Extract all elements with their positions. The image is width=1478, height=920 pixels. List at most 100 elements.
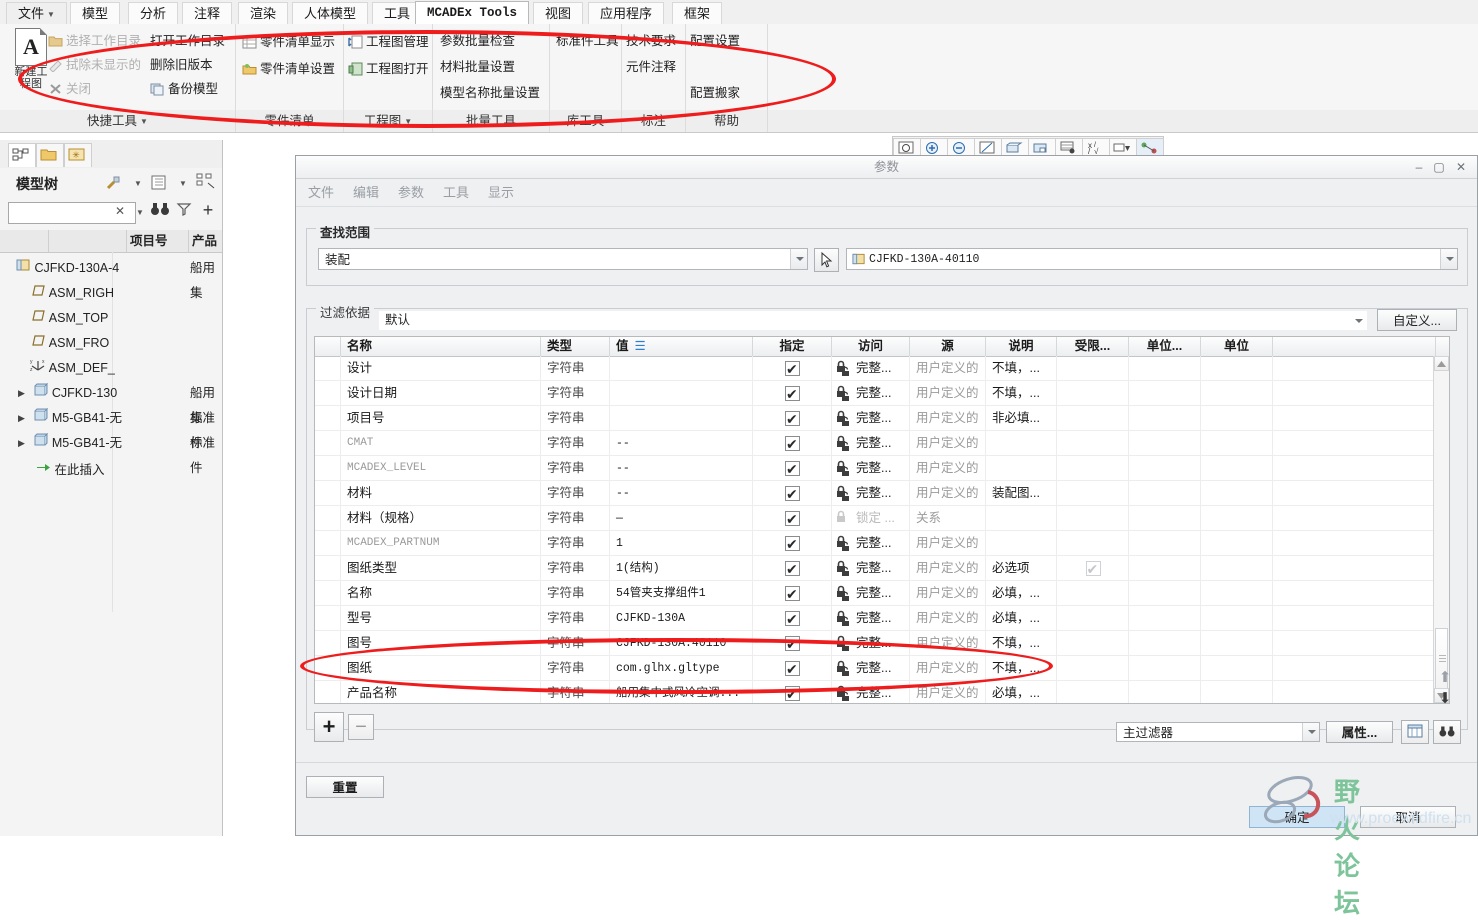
main-filter-combo[interactable]: 主过滤器 (1116, 722, 1320, 742)
cell-desc[interactable]: 装配图... (986, 481, 1057, 506)
remove-parameter-button[interactable]: − (348, 714, 374, 740)
cell-assign-checkbox[interactable] (753, 631, 832, 656)
th-assign[interactable]: 指定 (753, 337, 832, 356)
tree-node-insert-here[interactable]: 在此插入 (36, 458, 105, 483)
dialog-titlebar[interactable]: 参数 – ▢ ✕ (296, 156, 1477, 179)
chevron-down-icon[interactable] (790, 249, 807, 269)
component-annotation-item[interactable]: 元件注释 (626, 56, 676, 78)
cell-restricted-checkbox[interactable] (1057, 506, 1129, 531)
cell-unitdots[interactable] (1129, 356, 1201, 381)
select-working-dir-item[interactable]: 选择工作目录 (48, 30, 141, 52)
menu-file[interactable]: 文件 (308, 183, 334, 202)
delete-old-versions-item[interactable]: 删除旧版本 (150, 54, 213, 76)
cell-name[interactable]: 材料（规格） (341, 506, 541, 531)
table-row[interactable]: 设计日期字符串 完整... 用户定义的不填，... (315, 381, 1449, 406)
assign-checkbox[interactable] (785, 657, 800, 681)
ribbon-tab-manikin[interactable]: 人体模型 (292, 2, 369, 24)
tree-node-asm-top[interactable]: ASM_TOP (32, 306, 108, 331)
assign-checkbox[interactable] (785, 357, 800, 381)
columns-button[interactable] (1401, 720, 1429, 744)
cell-desc[interactable] (986, 431, 1057, 456)
cell-unit[interactable] (1201, 406, 1273, 431)
minimize-button[interactable]: – (1411, 159, 1427, 175)
cell-access[interactable]: 完整... (832, 356, 910, 381)
cell-desc[interactable]: 不填，... (986, 631, 1057, 656)
assign-checkbox[interactable] (785, 582, 800, 606)
cell-source[interactable]: 用户定义的 (910, 581, 986, 606)
cell-source[interactable]: 用户定义的 (910, 556, 986, 581)
chevron-right-icon[interactable]: ▶ (18, 431, 25, 456)
cell-unitdots[interactable] (1129, 456, 1201, 481)
cell-type[interactable]: 字符串 (541, 556, 610, 581)
cell-unit[interactable] (1201, 631, 1273, 656)
cell-access[interactable]: 完整... (832, 581, 910, 606)
chevron-down-icon[interactable] (1350, 311, 1367, 330)
cell-restricted-checkbox[interactable] (1057, 606, 1129, 631)
cell-unitdots[interactable] (1129, 406, 1201, 431)
ribbon-tab-file[interactable]: 文件 ▼ (6, 2, 67, 24)
cell-restricted-checkbox[interactable] (1057, 581, 1129, 606)
th-value[interactable]: 值 ☰ (610, 337, 753, 356)
cell-assign-checkbox[interactable] (753, 656, 832, 681)
cell-value[interactable]: com.glhx.gltype (610, 656, 753, 681)
tree-node-part-cjfkd[interactable]: ▶ CJFKD-130 (18, 381, 117, 406)
table-row[interactable]: 材料字符串-- 完整... 用户定义的装配图... (315, 481, 1449, 506)
cell-type[interactable]: 字符串 (541, 681, 610, 703)
cell-source[interactable]: 用户定义的 (910, 606, 986, 631)
open-working-dir-item[interactable]: 打开工作目录 (150, 30, 225, 52)
cell-access[interactable]: 完整... (832, 556, 910, 581)
cell-value[interactable]: 1 (610, 531, 753, 556)
tech-requirements-item[interactable]: 技术要求 (626, 30, 676, 52)
chevron-right-icon[interactable]: ▶ (18, 406, 25, 431)
tree-settings-icon[interactable] (105, 174, 123, 194)
cell-name[interactable]: 项目号 (341, 406, 541, 431)
filter-combo[interactable]: 默认 (379, 311, 1367, 330)
cell-restricted-checkbox[interactable] (1057, 356, 1129, 381)
cell-assign-checkbox[interactable] (753, 481, 832, 506)
cell-unitdots[interactable] (1129, 631, 1201, 656)
cell-restricted-checkbox[interactable] (1057, 656, 1129, 681)
th-name[interactable]: 名称 (341, 337, 541, 356)
drawing-open-item[interactable]: 工程图打开 (348, 58, 429, 80)
cell-restricted-checkbox[interactable] (1057, 406, 1129, 431)
th-source[interactable]: 源 (910, 337, 986, 356)
cell-type[interactable]: 字符串 (541, 506, 610, 531)
cell-type[interactable]: 字符串 (541, 531, 610, 556)
assign-checkbox[interactable] (785, 382, 800, 406)
cell-assign-checkbox[interactable] (753, 556, 832, 581)
cell-access[interactable]: 完整... (832, 631, 910, 656)
config-settings-item[interactable]: 配置设置 (690, 30, 740, 52)
ribbon-tab-view[interactable]: 视图 (533, 2, 584, 24)
cell-unitdots[interactable] (1129, 581, 1201, 606)
cell-unit[interactable] (1201, 556, 1273, 581)
cell-unit[interactable] (1201, 381, 1273, 406)
cancel-button[interactable]: 取消 (1360, 806, 1456, 828)
cell-assign-checkbox[interactable] (753, 506, 832, 531)
cell-source[interactable]: 用户定义的 (910, 406, 986, 431)
cell-type[interactable]: 字符串 (541, 381, 610, 406)
cell-access[interactable]: 完整... (832, 531, 910, 556)
cell-name[interactable]: 设计 (341, 356, 541, 381)
cell-source[interactable]: 用户定义的 (910, 681, 986, 703)
tree-node-part-m5-1[interactable]: ▶ M5-GB41-无 (18, 406, 122, 431)
scope-object-combo[interactable]: CJFKD-130A-40110 (846, 248, 1458, 270)
cell-name[interactable]: 材料 (341, 481, 541, 506)
assign-checkbox[interactable] (785, 482, 800, 506)
cell-name[interactable]: 图纸类型 (341, 556, 541, 581)
cell-source[interactable]: 关系 (910, 506, 986, 531)
assign-checkbox[interactable] (785, 432, 800, 456)
cell-unit[interactable] (1201, 356, 1273, 381)
cell-restricted-checkbox[interactable] (1057, 556, 1129, 581)
table-row[interactable]: 名称字符串54管夹支撑组件1 完整... 用户定义的必填，... (315, 581, 1449, 606)
ribbon-tab-model[interactable]: 模型 (70, 2, 121, 24)
batch-material-item[interactable]: 材料批量设置 (440, 56, 515, 78)
cell-value[interactable]: 船用集中式风冷空调... (610, 681, 753, 703)
assign-checkbox[interactable] (785, 607, 800, 631)
cell-type[interactable]: 字符串 (541, 431, 610, 456)
ribbon-tab-annotate[interactable]: 注释 (182, 2, 233, 24)
binoculars-icon[interactable] (150, 200, 170, 220)
cell-assign-checkbox[interactable] (753, 606, 832, 631)
assign-checkbox[interactable] (785, 532, 800, 556)
cell-name[interactable]: CMAT (341, 431, 541, 456)
scope-type-combo[interactable]: 装配 (318, 248, 808, 270)
